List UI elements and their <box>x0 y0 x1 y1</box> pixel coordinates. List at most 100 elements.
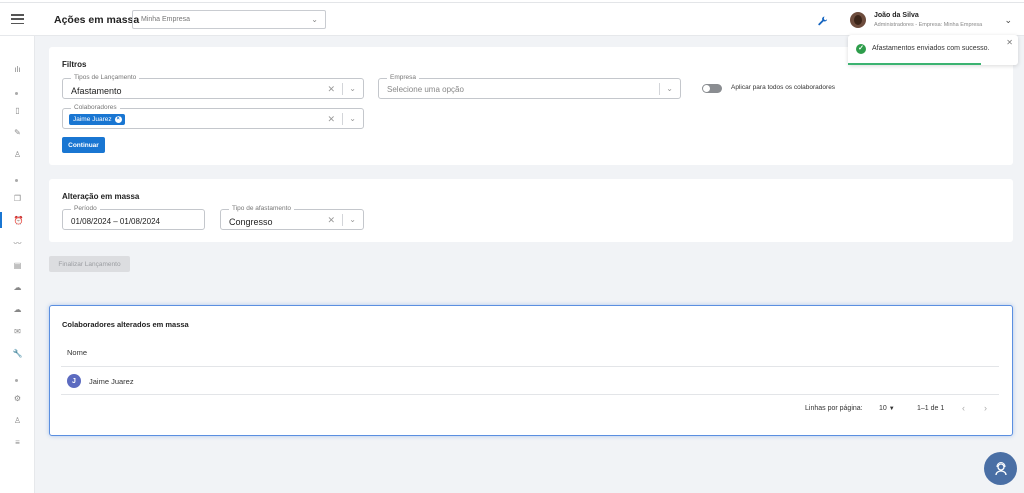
colaborador-chip: Jaime Juarez × <box>69 114 125 125</box>
row-avatar: J <box>67 374 81 388</box>
mail-icon: ✉ <box>14 326 21 336</box>
empresa-select[interactable]: Empresa Selecione uma opção ⌄ <box>378 74 681 99</box>
divider <box>61 394 999 395</box>
sidebar-item-wrench[interactable]: 🔧 <box>0 345 35 361</box>
sidebar-item-cloud-upload[interactable]: ☁ <box>0 301 35 317</box>
copy-icon: ❐ <box>13 193 22 203</box>
edit-icon: ✎ <box>14 127 21 137</box>
person-icon: ♙ <box>13 149 22 159</box>
chart-icon: ılı <box>14 64 21 74</box>
tipo-afastamento-select[interactable]: Tipo de afastamento Congresso ✕ ⌄ <box>220 205 364 230</box>
tipos-lancamento-value: Afastamento <box>71 86 122 96</box>
finalizar-button: Finalizar Lançamento <box>49 256 130 272</box>
divider <box>342 113 343 125</box>
sidebar-item-list[interactable]: ≡ <box>0 434 35 450</box>
app-header: Ações em massa Minha Empresa ⌄ João da S… <box>0 3 1024 36</box>
cloud-upload-icon: ☁ <box>13 304 22 314</box>
divider <box>659 83 660 95</box>
sidebar-item-gear[interactable]: ⚙ <box>0 390 35 406</box>
chevron-down-icon: ⌄ <box>311 15 318 24</box>
chevron-down-icon[interactable]: ⌄ <box>349 114 356 123</box>
company-select[interactable]: Minha Empresa ⌄ <box>132 10 326 29</box>
apply-all-toggle[interactable] <box>702 84 722 93</box>
sidebar-item-edit[interactable]: ✎ <box>0 124 35 140</box>
toast-progress-bar <box>848 63 981 65</box>
wrench-icon: 🔧 <box>12 348 23 358</box>
sidebar-item-cloud[interactable]: ☁ <box>0 279 35 295</box>
chevron-down-icon[interactable]: ⌄ <box>349 84 356 93</box>
periodo-field[interactable]: Período 01/08/2024 – 01/08/2024 <box>62 205 205 230</box>
tipo-afastamento-value: Congresso <box>229 217 273 227</box>
company-select-value: Minha Empresa <box>141 16 191 23</box>
check-circle-icon: ✓ <box>856 44 866 54</box>
avatar <box>850 12 866 28</box>
menu-icon[interactable] <box>11 14 24 24</box>
success-toast: ✓ Afastamentos enviados com sucesso. ✕ <box>848 35 1018 65</box>
divider <box>61 366 999 367</box>
section-dot <box>15 179 18 182</box>
sidebar: ılı ▯ ✎ ♙ ❐ ⏰ 〰 ▤ ☁ ☁ ✉ 🔧 ⚙ ♙ ≡ <box>0 36 35 493</box>
sidebar-item-mail[interactable]: ✉ <box>0 323 35 339</box>
periodo-label: Período <box>71 205 100 213</box>
results-card <box>49 305 1013 436</box>
cloud-icon: ☁ <box>13 282 22 292</box>
row-name: Jaime Juarez <box>89 377 134 386</box>
pagination-range: 1–1 de 1 <box>917 405 945 412</box>
chip-label: Jaime Juarez <box>73 116 112 123</box>
results-title: Colaboradores alterados em massa <box>62 320 189 329</box>
prev-page-icon[interactable]: ‹ <box>962 403 965 413</box>
wrench-button[interactable] <box>815 13 830 28</box>
document-icon: ▯ <box>15 105 20 115</box>
colaboradores-label: Colaboradores <box>71 104 120 112</box>
clear-icon[interactable]: ✕ <box>327 215 335 226</box>
caret-down-icon: ▼ <box>888 406 895 412</box>
sidebar-item-trend[interactable]: 〰 <box>0 235 35 251</box>
toast-message: Afastamentos enviados com sucesso. <box>872 45 990 52</box>
sidebar-item-alarm-clock[interactable]: ⏰ <box>0 212 35 228</box>
chevron-down-icon[interactable]: ⌄ <box>349 215 356 224</box>
tipo-afastamento-label: Tipo de afastamento <box>229 205 295 213</box>
gear-icon: ⚙ <box>13 393 22 403</box>
chevron-down-icon[interactable]: ⌄ <box>666 84 673 93</box>
colaboradores-select[interactable]: Colaboradores Jaime Juarez × ✕ ⌄ <box>62 104 364 129</box>
help-button[interactable] <box>984 452 1017 485</box>
rows-per-page-select[interactable]: 10 ▼ <box>879 405 895 412</box>
user-name: João da Silva <box>874 12 919 19</box>
chip-remove-icon[interactable]: × <box>114 116 122 123</box>
page-title: Ações em massa <box>54 14 140 26</box>
sidebar-item-chart[interactable]: ılı <box>0 61 35 77</box>
section-dot <box>15 379 18 382</box>
sidebar-item-user[interactable]: ♙ <box>0 412 35 428</box>
support-icon <box>994 461 1007 475</box>
user-role: Administradores - Empresa: Minha Empresa <box>874 22 983 28</box>
filters-title: Filtros <box>62 60 87 69</box>
divider <box>342 83 343 95</box>
sidebar-item-document[interactable]: ▯ <box>0 102 35 118</box>
apply-all-label: Aplicar para todos os colaboradores <box>731 84 836 91</box>
sidebar-item-copy[interactable]: ❐ <box>0 190 35 206</box>
clear-icon[interactable]: ✕ <box>327 114 335 125</box>
rows-per-page-value: 10 <box>879 405 887 412</box>
trend-icon: 〰 <box>13 238 22 248</box>
close-icon[interactable]: ✕ <box>1006 38 1013 47</box>
clear-icon[interactable]: ✕ <box>327 84 335 95</box>
periodo-value: 01/08/2024 – 01/08/2024 <box>71 217 160 226</box>
chat-icon: ▤ <box>13 260 22 270</box>
empresa-placeholder: Selecione uma opção <box>387 85 464 94</box>
alteracao-title: Alteração em massa <box>62 192 140 201</box>
alarm-clock-icon: ⏰ <box>13 215 24 225</box>
tipos-lancamento-label: Tipos de Lançamento <box>71 74 140 82</box>
sidebar-item-person[interactable]: ♙ <box>0 146 35 162</box>
continue-button[interactable]: Continuar <box>62 137 105 153</box>
next-page-icon[interactable]: › <box>984 403 987 413</box>
rows-per-page-label: Linhas por página: <box>805 405 863 412</box>
user-icon: ♙ <box>13 415 22 425</box>
wrench-icon <box>817 16 827 25</box>
chevron-down-icon: ⌄ <box>1004 15 1012 25</box>
sidebar-item-chat[interactable]: ▤ <box>0 257 35 273</box>
column-header-nome[interactable]: Nome <box>67 348 87 357</box>
user-menu[interactable]: João da Silva Administradores - Empresa:… <box>848 10 1016 32</box>
tipos-lancamento-select[interactable]: Tipos de Lançamento Afastamento ✕ ⌄ <box>62 74 364 99</box>
list-icon: ≡ <box>15 437 20 447</box>
divider <box>342 214 343 226</box>
